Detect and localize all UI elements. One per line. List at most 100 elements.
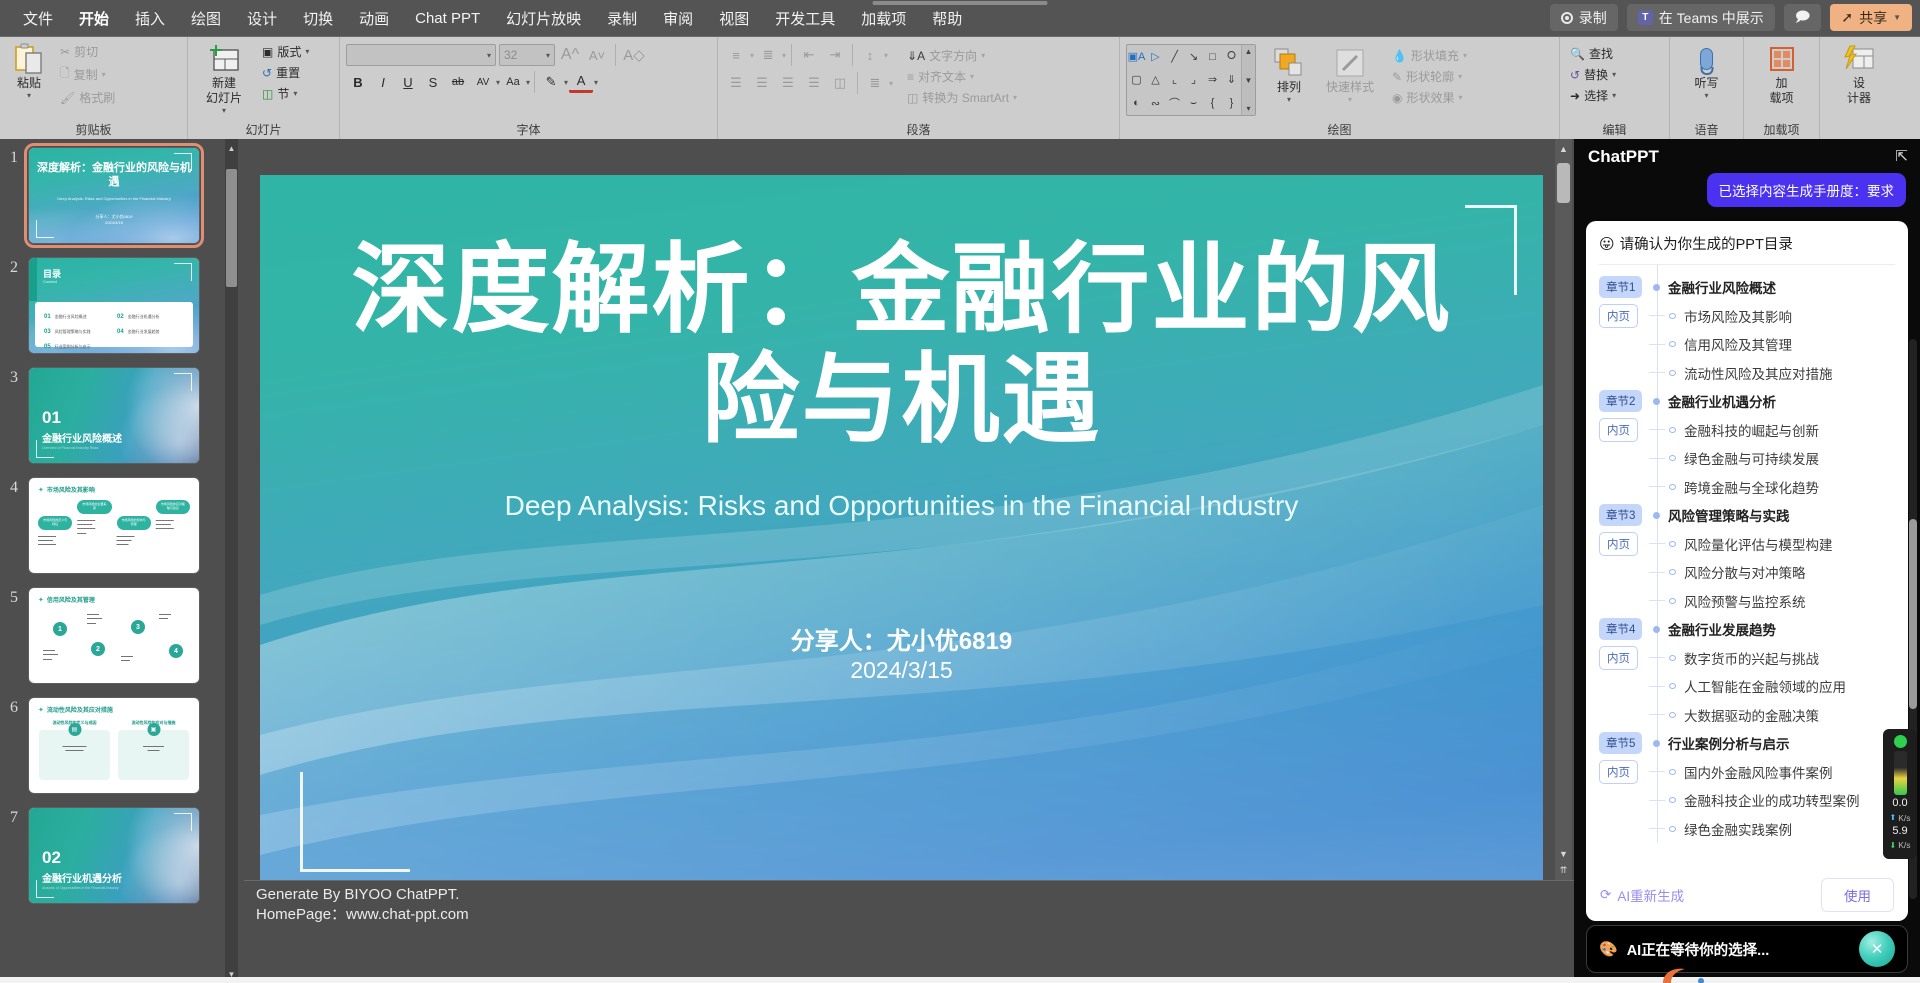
outline-sub-row[interactable]: 内页 风险量化评估与模型构建	[1599, 530, 1895, 559]
font-color-icon[interactable]: A	[569, 71, 594, 93]
thumbnail-preview[interactable]: ✦ 市场风险及其影响 市场风险的定义与特征 ▬▬▬▬▬▬ ▬▬▬▬▬ ▬▬▬▬▬▬ 市…	[28, 477, 200, 574]
quick-styles-button[interactable]: 快速样式 ▾	[1322, 44, 1378, 107]
window-drag-handle[interactable]	[872, 1, 1048, 5]
ai-regenerate-button[interactable]: ⟳ AI重新生成	[1600, 885, 1684, 905]
outline-sub-row[interactable]: 风险预警与监控系统	[1599, 587, 1895, 616]
record-button[interactable]: 录制	[1549, 4, 1618, 31]
taskbar-app-icon[interactable]	[1655, 965, 1725, 983]
shape-left-brace[interactable]: {	[1203, 92, 1222, 115]
slide-subtitle[interactable]: Deep Analysis: Risks and Opportunities i…	[320, 490, 1483, 522]
shape-effects-button[interactable]: ◉ 形状效果 ▾	[1388, 88, 1471, 107]
dictate-button[interactable]: 听写 ▾	[1684, 40, 1730, 103]
shape-rectangle[interactable]: □	[1203, 45, 1222, 68]
outline-sub-row[interactable]: 人工智能在金融领域的应用	[1599, 672, 1895, 701]
network-speed-widget[interactable]: 0.0 ⬆ K/s 5.9 ⬇ K/s	[1883, 729, 1917, 859]
collapse-icon[interactable]: ⇱	[1895, 147, 1908, 165]
character-spacing-button[interactable]: AV	[471, 71, 495, 93]
outline-sub-row[interactable]: 内页 数字货币的兴起与挑战	[1599, 644, 1895, 673]
shape-gallery[interactable]: ▣A ▷ ╱ ↘ □ ⭘ ▢ △ ⌞ ⌟ ⇒ ⇓ ◐ ∾ ⌒ ⌣ {} ▲ ▼…	[1126, 44, 1256, 116]
outline-sub-row[interactable]: 金融科技企业的成功转型案例	[1599, 786, 1895, 815]
slide-title[interactable]: 深度解析：金融行业的风险与机遇	[320, 234, 1483, 455]
menu-tab-design[interactable]: 设计	[234, 2, 290, 35]
present-in-teams-button[interactable]: T 在 Teams 中展示	[1626, 4, 1775, 31]
align-center-icon[interactable]: ☰	[750, 72, 774, 94]
designer-button[interactable]: 设 计器	[1836, 40, 1882, 108]
decrease-indent-icon[interactable]: ⇤	[797, 44, 821, 66]
thumbnail-slide-1[interactable]: 1 深度解析：金融行业的风险与机遇 Deep Analysis: Risks a…	[0, 143, 232, 248]
outline-sub-row[interactable]: 绿色金融实践案例	[1599, 815, 1895, 844]
menu-tab-home[interactable]: 开始	[66, 2, 122, 35]
find-button[interactable]: 🔍 查找	[1566, 44, 1620, 63]
outline-sub-row[interactable]: 跨境金融与全球化趋势	[1599, 473, 1895, 502]
menu-tab-view[interactable]: 视图	[706, 2, 762, 35]
outline-chapter-row[interactable]: 章节4 金融行业发展趋势	[1599, 615, 1895, 644]
shape-textbox[interactable]: ▣A	[1127, 45, 1146, 68]
strikethrough-button[interactable]: ab	[446, 71, 470, 93]
menu-tab-addins[interactable]: 加载项	[848, 2, 919, 35]
thumbnail-slide-6[interactable]: 6 ✦流动性风险及其应对措施 流动性风险的定义与成因 ▤ ▬▬▬▬▬▬▬▬▬▬▬…	[0, 697, 232, 794]
thumbnail-preview[interactable]: 02 金融行业机遇分析 Analysis of Opportunities in…	[28, 807, 200, 904]
thumbnail-slide-3[interactable]: 3 01 金融行业风险概述 Overview of Financial Indu…	[0, 367, 232, 464]
shape-elbow-arrow[interactable]: ⌟	[1184, 68, 1203, 91]
menu-tab-insert[interactable]: 插入	[122, 2, 178, 35]
shape-rounded-rect[interactable]: ▢	[1127, 68, 1146, 91]
slide-thumbnail-panel[interactable]: 1 深度解析：金融行业的风险与机遇 Deep Analysis: Risks a…	[0, 139, 244, 983]
outline-sub-row[interactable]: 流动性风险及其应对措施	[1599, 359, 1895, 388]
chevron-up-icon[interactable]: ▲	[1555, 141, 1572, 157]
align-text-button[interactable]: ≡ 对齐文本 ▾	[903, 67, 1021, 86]
menu-tab-help[interactable]: 帮助	[919, 2, 975, 35]
arrange-button[interactable]: 排列 ▾	[1266, 44, 1312, 107]
font-size-input[interactable]: 32 ▾	[499, 44, 555, 66]
outline-chapter-row[interactable]: 章节5 行业案例分析与启示	[1599, 729, 1895, 758]
increase-font-size-button[interactable]: A^	[558, 44, 582, 66]
numbering-icon[interactable]: ≣	[756, 44, 780, 66]
current-slide[interactable]: 深度解析：金融行业的风险与机遇 Deep Analysis: Risks and…	[260, 175, 1543, 896]
thumbnail-slide-4[interactable]: 4 ✦ 市场风险及其影响 市场风险的定义与特征 ▬▬▬▬▬▬ ▬▬▬▬▬ ▬▬▬▬▬▬…	[0, 477, 232, 574]
thumbnail-preview[interactable]: 目录 Content 01 金融行业风险概述 02 金融行业机遇分析 03 风险管理策…	[28, 257, 200, 354]
menu-tab-record[interactable]: 录制	[594, 2, 650, 35]
thumbnail-slide-2[interactable]: 2 目录 Content 01 金融行业风险概述 02 金融行业机遇分析 03 风险管…	[0, 257, 232, 354]
shape-arc[interactable]: ⌣	[1184, 92, 1203, 115]
format-painter-button[interactable]: 🖌 格式刷	[56, 88, 119, 107]
outline-sub-row[interactable]: 信用风险及其管理	[1599, 330, 1895, 359]
menu-tab-chat-ppt[interactable]: Chat PPT	[402, 4, 493, 33]
outline-sub-row[interactable]: 内页 国内外金融风险事件案例	[1599, 758, 1895, 787]
thumbnail-slide-7[interactable]: 7 02 金融行业机遇分析 Analysis of Opportunities …	[0, 807, 232, 904]
chevron-up-icon[interactable]: ▲	[1245, 47, 1253, 56]
outline-chapter-row[interactable]: 章节2 金融行业机遇分析	[1599, 387, 1895, 416]
shape-right-brace[interactable]: }	[1222, 92, 1241, 115]
shape-curve[interactable]: ⌒	[1165, 92, 1184, 115]
menu-tab-animations[interactable]: 动画	[346, 2, 402, 35]
menu-tab-file[interactable]: 文件	[10, 2, 66, 35]
thumbnail-slide-5[interactable]: 5 ✦ 信用风险及其管理 1 2 3 4 ▬▬▬▬ ▬▬▬▬▬ ▬▬▬ ▬▬▬▬ ▬▬▬…	[0, 587, 232, 684]
outline-sub-row[interactable]: 风险分散与对冲策略	[1599, 558, 1895, 587]
underline-button[interactable]: U	[396, 71, 420, 93]
italic-button[interactable]: I	[371, 71, 395, 93]
close-icon[interactable]: ✕	[1859, 931, 1895, 967]
shape-pie[interactable]: ◐	[1127, 92, 1146, 115]
font-name-input[interactable]: ▾	[346, 44, 496, 66]
outline-sub-row[interactable]: 绿色金融与可持续发展	[1599, 444, 1895, 473]
select-button[interactable]: ➜ 选择 ▾	[1566, 86, 1620, 105]
thumbnail-preview[interactable]: ✦流动性风险及其应对措施 流动性风险的定义与成因 ▤ ▬▬▬▬▬▬▬▬▬▬▬▬▬…	[28, 697, 200, 794]
slide-presenter[interactable]: 分享人：尤小优6819	[320, 621, 1483, 656]
cut-button[interactable]: ✂ 剪切	[56, 42, 119, 61]
share-button[interactable]: ➚ 共享 ▼	[1830, 4, 1912, 31]
chevron-down-icon[interactable]: ▼	[1245, 76, 1253, 85]
thumbnail-preview[interactable]: ✦ 信用风险及其管理 1 2 3 4 ▬▬▬▬ ▬▬▬▬▬ ▬▬▬ ▬▬▬▬ ▬▬▬▬▬…	[28, 587, 200, 684]
reset-button[interactable]: ↺ 重置	[258, 63, 313, 82]
outline-sub-row[interactable]: 内页 金融科技的崛起与创新	[1599, 416, 1895, 445]
shape-gallery-scrollbar[interactable]: ▲ ▼ ▾	[1241, 45, 1255, 115]
shape-arrow[interactable]: ↘	[1184, 45, 1203, 68]
text-highlight-icon[interactable]: ✎	[539, 71, 563, 93]
shape-fill-button[interactable]: 💧 形状填充 ▾	[1388, 46, 1471, 65]
shape-oval[interactable]: ⭘	[1222, 45, 1241, 68]
align-right-icon[interactable]: ☰	[776, 72, 800, 94]
text-direction-button[interactable]: ⇓A 文字方向 ▾	[903, 46, 1021, 65]
menu-tab-draw[interactable]: 绘图	[178, 2, 234, 35]
shape-scribble[interactable]: ∾	[1146, 92, 1165, 115]
scrollbar-thumb[interactable]	[226, 169, 237, 287]
chevron-up-icon[interactable]: ▲	[225, 141, 238, 155]
columns-icon[interactable]: ≣	[863, 72, 887, 94]
increase-indent-icon[interactable]: ⇥	[823, 44, 847, 66]
